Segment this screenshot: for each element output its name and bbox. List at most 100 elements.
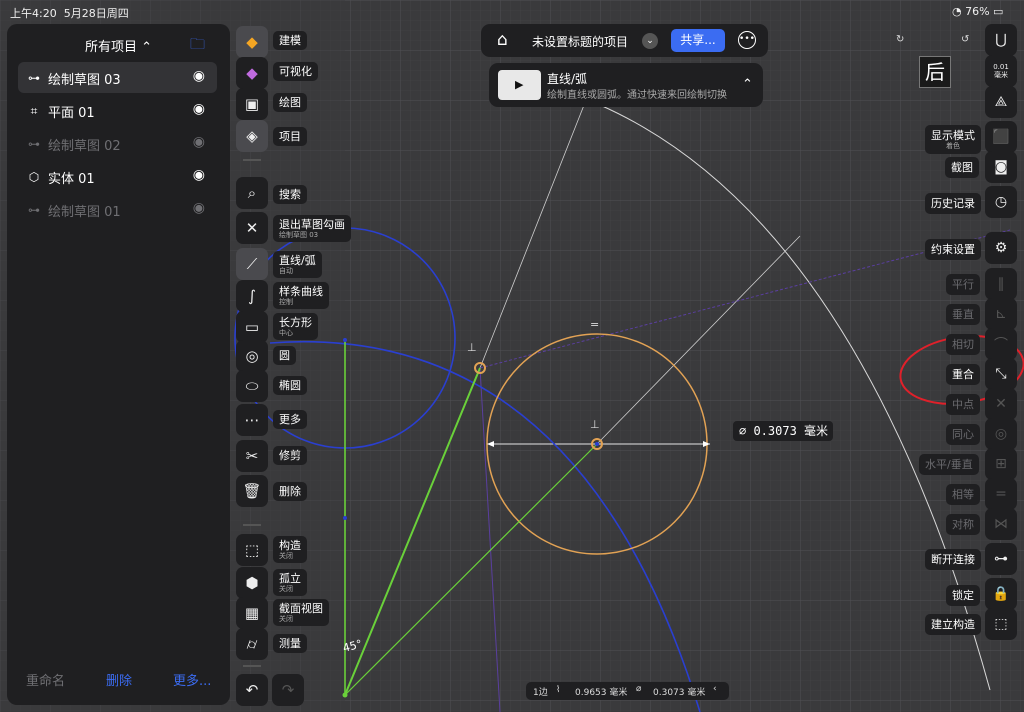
concentric-constraint-button[interactable]: ◎: [985, 418, 1017, 450]
lock-button[interactable]: 🔒: [985, 578, 1017, 610]
tutorial-video-thumbnail[interactable]: ▶: [498, 70, 541, 100]
rename-button[interactable]: 重命名: [26, 670, 65, 689]
visualize-icon: ◆: [246, 64, 258, 82]
search-button[interactable]: ⌕: [236, 177, 268, 209]
drawing-workspace-button[interactable]: ▣: [236, 88, 268, 120]
exit-sketch-label: 退出草图勾画 绘制草图 03: [273, 215, 351, 242]
status-time: 上午4:20 5月28日周四: [10, 7, 129, 20]
construction-toggle-button[interactable]: ⬚: [236, 534, 268, 566]
construction-label: 构造 关闭: [273, 536, 307, 563]
view-cube[interactable]: 后: [919, 56, 951, 88]
disconnect-button[interactable]: ⊶: [985, 543, 1017, 575]
project-button[interactable]: ◈: [236, 120, 268, 152]
redo-button[interactable]: ↷: [272, 674, 304, 706]
eye-icon[interactable]: ◉: [193, 68, 205, 84]
length-value: 0.9653 毫米: [575, 688, 628, 698]
svg-text:⊥: ⊥: [467, 341, 477, 354]
history-button[interactable]: ◷: [985, 186, 1017, 218]
screenshot-button[interactable]: ◙: [985, 151, 1017, 183]
perpendicular-label: 垂直: [946, 304, 980, 325]
sketch-icon: ⊶: [28, 71, 40, 85]
delete-tool-button[interactable]: 🗑: [236, 475, 268, 507]
ellipse-icon: ⬭: [245, 377, 259, 395]
solid-icon: ⬡: [28, 170, 40, 184]
list-item[interactable]: ⌗ 平面 01 ◉: [18, 95, 217, 126]
constraint-settings-button[interactable]: ⚙: [985, 232, 1017, 264]
concentric-icon: ◎: [994, 426, 1008, 442]
chevron-left-icon[interactable]: ‹: [713, 684, 717, 694]
project-title[interactable]: 未设置标题的项目: [532, 33, 628, 50]
visualize-workspace-button[interactable]: ◆: [236, 57, 268, 89]
share-button[interactable]: 共享...: [671, 29, 725, 52]
eye-off-icon[interactable]: ◉: [193, 134, 205, 150]
list-item[interactable]: ⊶ 绘制草图 03 ◉: [18, 62, 217, 93]
undo-button[interactable]: ↶: [236, 674, 268, 706]
rotate-left-icon[interactable]: ↻: [896, 34, 904, 45]
measure-button[interactable]: ⌭: [236, 628, 268, 660]
list-item[interactable]: ⬡ 实体 01 ◉: [18, 161, 217, 192]
diameter-value: 0.3073 毫米: [653, 688, 706, 698]
ellipse-tool-button[interactable]: ⬭: [236, 370, 268, 402]
list-item[interactable]: ⊶ 绘制草图 02 ◉: [18, 128, 217, 159]
home-icon[interactable]: ⌂: [497, 30, 508, 50]
new-folder-icon[interactable]: 🗀: [190, 34, 205, 59]
axes-icon: ⟁: [994, 94, 1008, 110]
edge-count: 1边: [533, 688, 548, 698]
search-label: 搜索: [273, 185, 307, 204]
eye-icon[interactable]: ◉: [193, 167, 205, 183]
project-browser: 所有项目 ⌃ 🗀 ⊶ 绘制草图 03 ◉ ⌗ 平面 01 ◉ ⊶ 绘制草图 02…: [7, 24, 230, 705]
more-tools-button[interactable]: ⋯: [236, 404, 268, 436]
screenshot-label: 截图: [945, 157, 979, 178]
midpoint-constraint-button[interactable]: ✕: [985, 388, 1017, 420]
length-icon: ⌇: [556, 685, 561, 695]
history-label: 历史记录: [925, 193, 981, 214]
horizontal-vertical-icon: ⊞: [995, 456, 1007, 472]
chevron-down-icon[interactable]: ⌄: [642, 33, 658, 49]
list-item[interactable]: ⊶ 绘制草图 01 ◉: [18, 194, 217, 225]
horizontal-vertical-constraint-button[interactable]: ⊞: [985, 448, 1017, 480]
spline-tool-button[interactable]: ∫: [236, 280, 268, 312]
parallel-constraint-button[interactable]: ∥: [985, 268, 1017, 300]
disconnect-icon: ⊶: [994, 551, 1008, 567]
modeling-workspace-button[interactable]: ◆: [236, 26, 268, 58]
perpendicular-constraint-button[interactable]: ⊾: [985, 298, 1017, 330]
section-view-toggle-button[interactable]: ▦: [236, 597, 268, 629]
isolate-label: 孤立 关闭: [273, 569, 307, 596]
modeling-label: 建模: [273, 31, 307, 50]
equal-constraint-button[interactable]: =: [985, 478, 1017, 510]
perpendicular-icon: ⊾: [995, 306, 1007, 322]
clock-icon: ◷: [994, 194, 1008, 210]
line-arc-tool-button[interactable]: ⟋: [236, 248, 268, 280]
diameter-dimension-label[interactable]: ⌀ 0.3073 毫米: [733, 421, 833, 441]
sketch-icon: ⊶: [28, 203, 40, 217]
axes-button[interactable]: ⟁: [985, 86, 1017, 118]
construction-icon: ⬚: [244, 541, 260, 559]
chevron-up-icon[interactable]: ⌃: [742, 77, 753, 92]
more-options-icon[interactable]: •••: [738, 31, 756, 49]
units-button[interactable]: 0.01 毫米: [985, 55, 1017, 87]
circle-tool-button[interactable]: ◎: [236, 340, 268, 372]
symmetric-constraint-button[interactable]: ⋈: [985, 508, 1017, 540]
snap-magnet-button[interactable]: ⋃: [985, 24, 1017, 56]
more-button[interactable]: 更多...: [173, 670, 211, 689]
midpoint-label: 中点: [946, 394, 980, 415]
tangent-constraint-button[interactable]: ⌒: [985, 328, 1017, 360]
midpoint-icon: ✕: [995, 396, 1007, 412]
isolate-toggle-button[interactable]: ⬢: [236, 567, 268, 599]
trim-tool-button[interactable]: ✂: [236, 440, 268, 472]
spline-icon: ∫: [248, 287, 256, 305]
delete-button[interactable]: 删除: [106, 670, 132, 689]
redo-icon: ↷: [281, 681, 295, 699]
rotate-right-icon[interactable]: ↺: [961, 34, 969, 45]
hint-description: 绘制直线或圆弧。通过快速来回绘制切换: [547, 90, 727, 101]
selection-status-bar: 1边 ⌇ 0.9653 毫米 ⌀ 0.3073 毫米 ‹: [526, 682, 729, 700]
make-construction-button[interactable]: ⬚: [985, 608, 1017, 640]
search-icon: ⌕: [247, 184, 257, 202]
display-mode-button[interactable]: ⬛: [985, 121, 1017, 153]
coincident-constraint-button[interactable]: ⤡: [985, 358, 1017, 390]
symmetric-icon: ⋈: [994, 516, 1008, 532]
eye-icon[interactable]: ◉: [193, 101, 205, 117]
exit-sketch-button[interactable]: ✕: [236, 212, 268, 244]
eye-off-icon[interactable]: ◉: [193, 200, 205, 216]
rectangle-tool-button[interactable]: ▭: [236, 311, 268, 343]
